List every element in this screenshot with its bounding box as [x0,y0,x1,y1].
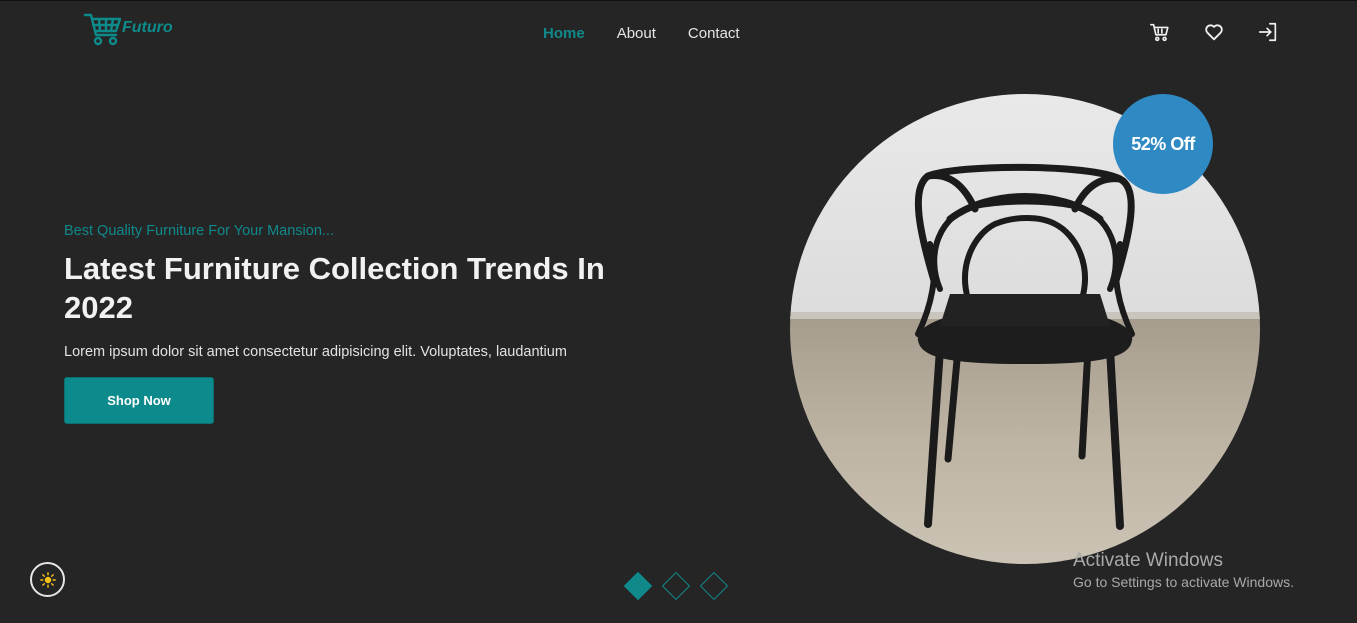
sun-icon [39,571,56,588]
watermark-subtitle: Go to Settings to activate Windows. [1073,574,1294,590]
theme-toggle-button[interactable] [30,562,65,597]
nav-contact[interactable]: Contact [688,25,740,42]
activate-windows-watermark: Activate Windows Go to Settings to activ… [1073,550,1294,590]
cart-icon [1150,23,1169,42]
hero-description: Lorem ipsum dolor sit amet consectetur a… [64,344,567,360]
main-nav: Home About Contact [543,25,740,42]
login-button[interactable] [1256,20,1280,44]
logo-text: Futuro [122,19,173,36]
login-icon [1258,22,1277,42]
slider-dot-2[interactable] [661,571,691,601]
discount-badge: 52% Off [1113,94,1213,194]
shopping-cart-logo-icon [83,13,122,46]
hero-subtitle: Best Quality Furniture For Your Mansion.… [64,223,334,239]
header-icons [1148,20,1280,44]
shop-now-button[interactable]: Shop Now [64,377,214,424]
logo[interactable]: Futuro [83,11,173,47]
watermark-title: Activate Windows [1073,550,1223,571]
slider-dots [623,571,729,601]
cart-button[interactable] [1148,20,1172,44]
nav-about[interactable]: About [617,25,656,42]
wishlist-button[interactable] [1202,20,1226,44]
slider-dot-1[interactable] [623,571,653,601]
slider-dot-3[interactable] [699,571,729,601]
nav-home[interactable]: Home [543,25,585,42]
hero-title: Latest Furniture Collection Trends In 20… [64,251,605,325]
heart-icon [1205,24,1223,41]
page: Futuro Home About Contact Best Quality F… [0,0,1357,623]
